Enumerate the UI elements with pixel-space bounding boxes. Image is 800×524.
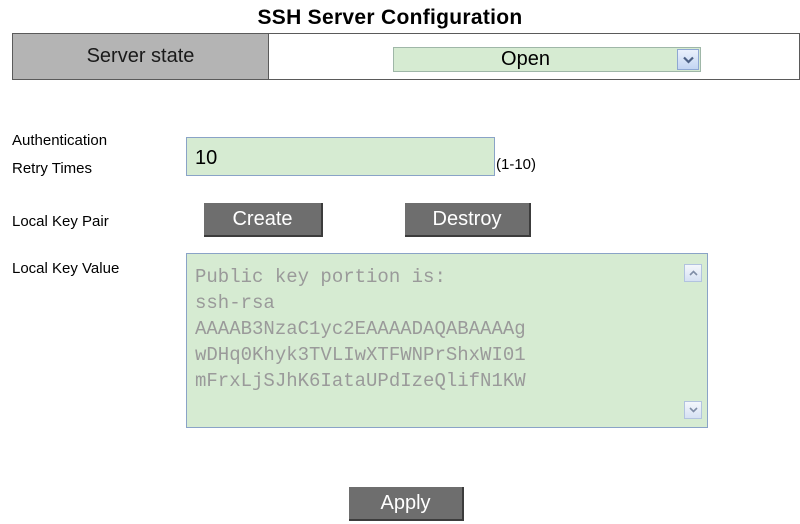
ssh-config-page: SSH Server Configuration Server state Op… bbox=[0, 0, 800, 524]
scroll-up-icon[interactable] bbox=[684, 264, 702, 282]
key-line: wDHq0Khyk3TVLIwXTFWNPrShxWI01 bbox=[195, 344, 526, 366]
destroy-button[interactable]: Destroy bbox=[405, 203, 531, 237]
local-key-value-label: Local Key Value bbox=[12, 260, 120, 277]
auth-retry-input[interactable]: 10 bbox=[186, 137, 495, 176]
apply-button[interactable]: Apply bbox=[349, 487, 464, 521]
local-key-value-textarea[interactable]: Public key portion is: ssh-rsa AAAAB3NzaC1… bbox=[186, 253, 708, 428]
key-line: ssh-rsa bbox=[195, 292, 275, 314]
key-line: mFrxLjSJhK6IataUPdIzeQlifN1KW bbox=[195, 370, 526, 392]
server-state-cell: Open bbox=[269, 34, 799, 79]
auth-retry-label-line1: Authentication bbox=[12, 132, 108, 149]
server-state-select[interactable]: Open bbox=[393, 47, 701, 72]
local-key-pair-label: Local Key Pair bbox=[12, 213, 109, 230]
server-state-value: Open bbox=[501, 48, 550, 70]
scroll-down-icon[interactable] bbox=[684, 401, 702, 419]
key-line: AAAAB3NzaC1yc2EAAAADAQABAAAAg bbox=[195, 318, 526, 340]
create-button[interactable]: Create bbox=[204, 203, 323, 237]
page-title: SSH Server Configuration bbox=[257, 6, 523, 29]
server-state-label: Server state bbox=[13, 34, 269, 79]
server-state-row: Server state Open bbox=[12, 33, 800, 80]
auth-retry-label-line2: Retry Times bbox=[12, 160, 93, 177]
key-text-content: Public key portion is: ssh-rsa AAAAB3NzaC1… bbox=[195, 264, 675, 394]
auth-retry-hint: (1-10) bbox=[496, 156, 537, 173]
key-line: Public key portion is: bbox=[195, 266, 446, 288]
chevron-down-icon[interactable] bbox=[677, 49, 699, 70]
